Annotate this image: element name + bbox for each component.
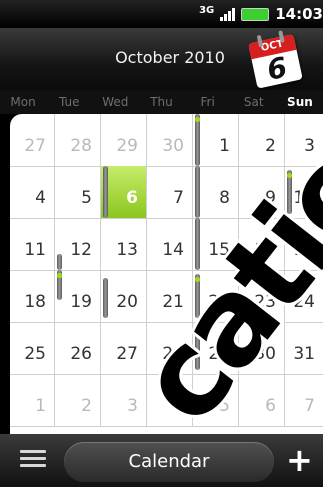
week-row: 25 26 27 28 29 30 31 bbox=[10, 322, 323, 375]
day-cell[interactable]: 13 bbox=[101, 218, 147, 270]
day-cell[interactable]: 18 bbox=[10, 270, 55, 322]
weekday-label: Sat bbox=[243, 95, 264, 109]
day-cell[interactable]: 27 bbox=[101, 322, 147, 374]
weekday-label: Wed bbox=[102, 95, 129, 109]
day-cell[interactable]: 1 bbox=[10, 374, 55, 426]
day-cell[interactable]: 6 bbox=[239, 374, 285, 426]
week-row: 4 5 6 7 8 9 10 bbox=[10, 166, 323, 219]
day-cell[interactable]: 26 bbox=[55, 322, 101, 374]
week-row: 18 19 20 21 22 23 24 bbox=[10, 270, 323, 323]
day-cell-today[interactable]: 6 bbox=[101, 166, 147, 218]
calendar-today-icon[interactable]: OCT 6 bbox=[243, 25, 312, 94]
day-cell[interactable]: 11 bbox=[10, 218, 55, 270]
day-cell[interactable]: 14 bbox=[147, 218, 193, 270]
day-cell[interactable]: 28 bbox=[147, 322, 193, 374]
day-cell[interactable]: 20 bbox=[101, 270, 147, 322]
event-bar bbox=[57, 270, 62, 300]
day-cell[interactable]: 23 bbox=[239, 270, 285, 322]
day-cell[interactable]: 31 bbox=[285, 322, 323, 374]
weekday-label: Sun bbox=[287, 95, 313, 109]
day-cell[interactable]: 7 bbox=[285, 374, 323, 426]
bottom-bar: Calendar + bbox=[0, 434, 323, 487]
day-cell[interactable]: 25 bbox=[10, 322, 55, 374]
month-grid: 27 28 29 30 1 2 3 4 5 6 7 8 9 10 11 12 1… bbox=[10, 114, 323, 444]
status-bar: 3G 14:03 bbox=[0, 0, 323, 28]
day-cell[interactable]: 30 bbox=[239, 322, 285, 374]
day-cell[interactable]: 3 bbox=[101, 374, 147, 426]
day-cell[interactable]: 28 bbox=[55, 114, 101, 166]
weekday-header: Mon Tue Wed Thu Fri Sat Sun bbox=[0, 90, 323, 114]
day-cell[interactable]: 10 bbox=[285, 166, 323, 218]
weekday-label: Tue bbox=[58, 95, 80, 109]
event-bar bbox=[103, 166, 108, 218]
week-row: 27 28 29 30 1 2 3 bbox=[10, 114, 323, 167]
event-bar bbox=[287, 170, 292, 214]
event-bar bbox=[195, 274, 200, 318]
day-cell[interactable]: 17 bbox=[285, 218, 323, 270]
day-cell[interactable]: 12 bbox=[55, 218, 101, 270]
day-cell[interactable]: 30 bbox=[147, 114, 193, 166]
event-bar bbox=[195, 326, 200, 370]
event-bar bbox=[57, 254, 62, 270]
day-cell[interactable]: 4 bbox=[147, 374, 193, 426]
status-time: 14:03 bbox=[275, 5, 323, 23]
day-cell[interactable]: 9 bbox=[239, 166, 285, 218]
day-cell[interactable]: 7 bbox=[147, 166, 193, 218]
week-row: 11 12 13 14 15 16 17 bbox=[10, 218, 323, 271]
day-cell[interactable]: 24 bbox=[285, 270, 323, 322]
add-event-icon[interactable]: + bbox=[286, 444, 313, 476]
day-cell[interactable]: 8 bbox=[193, 166, 239, 218]
event-bar bbox=[195, 114, 200, 166]
weekday-label: Fri bbox=[200, 95, 215, 109]
network-type: 3G bbox=[199, 4, 215, 16]
day-cell[interactable]: 2 bbox=[239, 114, 285, 166]
battery-icon bbox=[241, 7, 270, 21]
day-cell[interactable]: 22 bbox=[193, 270, 239, 322]
signal-icon bbox=[220, 7, 236, 21]
day-cell[interactable]: 16 bbox=[239, 218, 285, 270]
day-cell[interactable]: 3 bbox=[285, 114, 323, 166]
day-cell[interactable]: 27 bbox=[10, 114, 55, 166]
day-cell[interactable]: 2 bbox=[55, 374, 101, 426]
day-cell[interactable]: 4 bbox=[10, 166, 55, 218]
event-bar bbox=[103, 278, 108, 318]
day-cell[interactable]: 1 bbox=[193, 114, 239, 166]
day-cell[interactable]: 15 bbox=[193, 218, 239, 270]
day-cell[interactable]: 5 bbox=[55, 166, 101, 218]
day-cell[interactable]: 29 bbox=[193, 322, 239, 374]
weekday-label: Mon bbox=[10, 95, 36, 109]
view-title: Calendar bbox=[128, 451, 210, 472]
day-cell[interactable]: 21 bbox=[147, 270, 193, 322]
weekday-label: Thu bbox=[150, 95, 173, 109]
week-row: 1 2 3 4 5 6 7 bbox=[10, 374, 323, 427]
day-cell[interactable]: 5 bbox=[193, 374, 239, 426]
day-cell[interactable]: 19 bbox=[55, 270, 101, 322]
view-title-button[interactable]: Calendar bbox=[64, 442, 274, 482]
day-cell[interactable]: 29 bbox=[101, 114, 147, 166]
menu-icon[interactable] bbox=[20, 450, 46, 470]
event-bar bbox=[195, 218, 200, 270]
event-bar bbox=[195, 166, 200, 218]
